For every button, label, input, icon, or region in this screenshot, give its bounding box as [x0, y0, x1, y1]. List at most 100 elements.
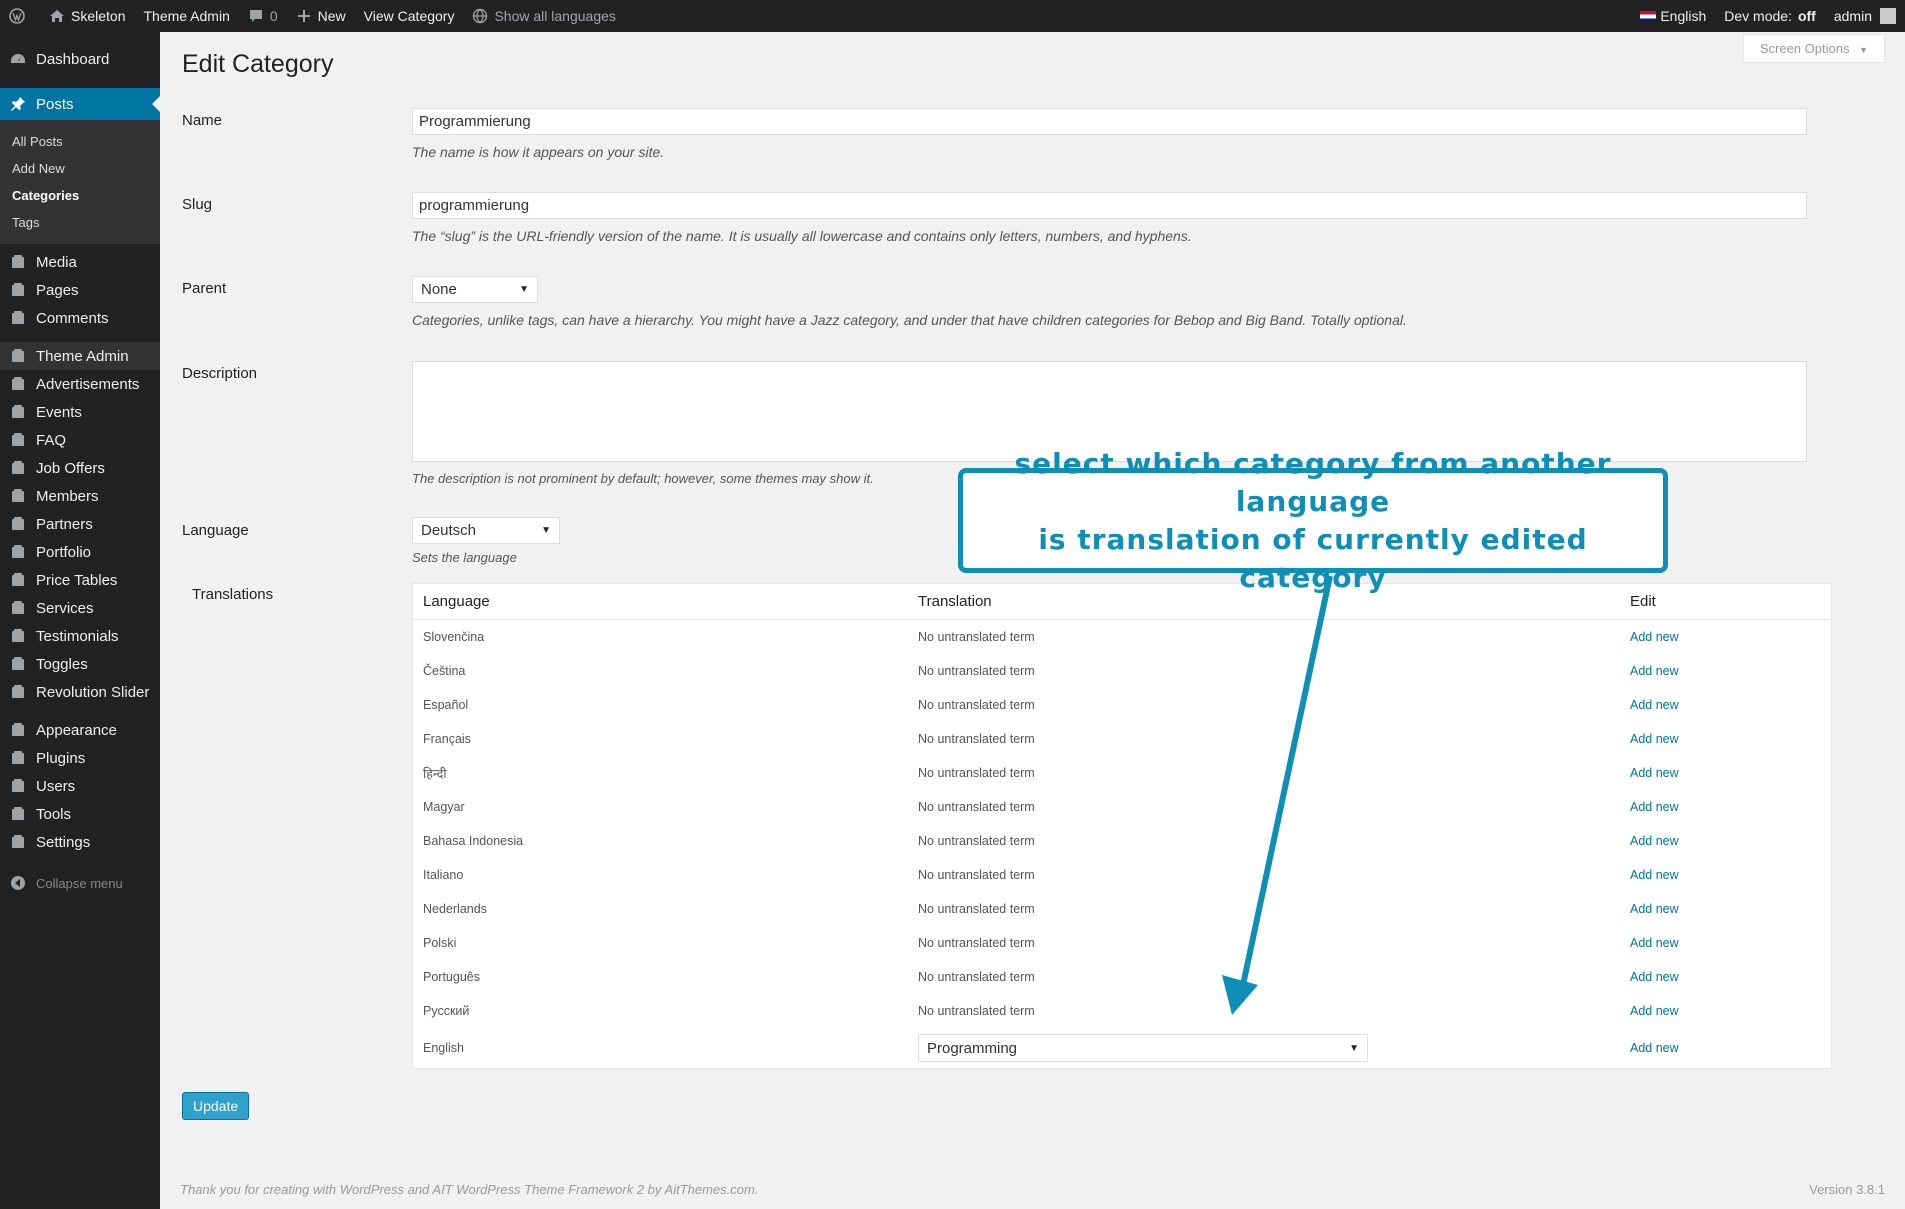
add-new-link[interactable]: Add new: [1630, 936, 1679, 950]
sidebar-item-theme-admin[interactable]: Theme Admin: [0, 342, 160, 370]
sidebar-item-toggles[interactable]: Toggles: [0, 650, 160, 678]
add-new-link[interactable]: Add new: [1630, 800, 1679, 814]
main-content: Screen Options ▼ Edit Category Name The …: [160, 32, 1905, 1209]
table-row: Čeština No untranslated term Add new: [413, 654, 1831, 688]
add-new-link[interactable]: Add new: [1630, 834, 1679, 848]
sidebar-item-media[interactable]: Media: [0, 248, 160, 276]
view-category-link[interactable]: View Category: [355, 0, 464, 32]
row-translation: No untranslated term: [918, 732, 1035, 746]
sidebar-item-portfolio[interactable]: Portfolio: [0, 538, 160, 566]
add-new-link[interactable]: Add new: [1630, 970, 1679, 984]
sidebar-item-settings[interactable]: Settings: [0, 828, 160, 856]
sidebar-item-price-tables[interactable]: Price Tables: [0, 566, 160, 594]
row-translation: No untranslated term: [918, 970, 1035, 984]
sidebar-item-services[interactable]: Services: [0, 594, 160, 622]
dev-mode-toggle[interactable]: Dev mode: off: [1715, 0, 1825, 32]
sidebar-item-label: Toggles: [36, 655, 88, 673]
row-translation: Programming ▼: [908, 1034, 1620, 1062]
screen-options-button[interactable]: Screen Options ▼: [1742, 34, 1885, 63]
sidebar-item-pages[interactable]: Pages: [0, 276, 160, 304]
sidebar-item-plugins[interactable]: Plugins: [0, 744, 160, 772]
sidebar-item-advertisements[interactable]: Advertisements: [0, 370, 160, 398]
add-new-link[interactable]: Add new: [1630, 698, 1679, 712]
english-translation-select[interactable]: Programming ▼: [918, 1034, 1368, 1062]
user-account-menu[interactable]: admin: [1825, 0, 1905, 32]
language-description: Sets the language: [412, 550, 517, 565]
avatar: [1880, 8, 1896, 24]
sidebar-item-partners[interactable]: Partners: [0, 510, 160, 538]
faq-icon: [12, 433, 24, 446]
show-all-languages-label: Show all languages: [494, 8, 616, 24]
row-language: Español: [423, 698, 469, 712]
add-new-link[interactable]: Add new: [1630, 732, 1679, 746]
theme-admin-link[interactable]: Theme Admin: [134, 0, 238, 32]
sidebar-item-label: Plugins: [36, 749, 86, 767]
sidebar-item-testimonials[interactable]: Testimonials: [0, 622, 160, 650]
sidebar-item-users[interactable]: Users: [0, 772, 160, 800]
site-name-link[interactable]: Skeleton: [40, 0, 134, 32]
plugins-icon: [12, 751, 24, 764]
sidebar-item-label: FAQ: [36, 431, 67, 449]
submenu-item-add-new[interactable]: Add New: [0, 155, 160, 182]
table-row: Italiano No untranslated term Add new: [413, 858, 1831, 892]
language-select[interactable]: Deutsch ▼: [412, 517, 560, 544]
add-new-link[interactable]: Add new: [1630, 868, 1679, 882]
sidebar-item-label: Portfolio: [36, 543, 92, 561]
sidebar-item-tools[interactable]: Tools: [0, 800, 160, 828]
sidebar-item-label: Pages: [36, 281, 79, 299]
screen-options-label: Screen Options: [1759, 41, 1850, 56]
table-row: Magyar No untranslated term Add new: [413, 790, 1831, 824]
parent-select[interactable]: None ▼: [412, 276, 538, 303]
show-all-languages-link[interactable]: Show all languages: [463, 0, 624, 32]
sidebar-item-appearance[interactable]: Appearance: [0, 716, 160, 744]
name-input[interactable]: [412, 108, 1807, 135]
add-new-link[interactable]: Add new: [1630, 766, 1679, 780]
update-button[interactable]: Update: [182, 1092, 250, 1120]
row-translation: No untranslated term: [918, 630, 1035, 644]
add-new-link[interactable]: Add new: [1630, 1004, 1679, 1018]
new-label: New: [317, 8, 346, 24]
language-switcher[interactable]: English: [1631, 0, 1715, 32]
sidebar-item-events[interactable]: Events: [0, 398, 160, 426]
slug-input[interactable]: [412, 192, 1807, 219]
add-new-link[interactable]: Add new: [1630, 902, 1679, 916]
sidebar-item-label: Comments: [36, 309, 109, 327]
parent-label: Parent: [182, 280, 227, 297]
submenu-item-categories[interactable]: Categories: [0, 182, 160, 209]
sidebar-item-members[interactable]: Members: [0, 482, 160, 510]
media-icon: [12, 255, 24, 268]
collapse-menu-button[interactable]: Collapse menu: [0, 866, 160, 900]
new-content-link[interactable]: New: [287, 0, 355, 32]
sidebar-item-job-offers[interactable]: Job Offers: [0, 454, 160, 482]
sidebar-item-label: Price Tables: [36, 571, 118, 589]
row-language: Slovenčina: [423, 630, 485, 644]
comment-icon: [249, 10, 262, 22]
sidebar-item-posts[interactable]: Posts: [0, 88, 160, 120]
advertisements-icon: [12, 377, 24, 390]
wp-logo-button[interactable]: [0, 0, 40, 32]
add-new-link[interactable]: Add new: [1630, 664, 1679, 678]
sidebar-item-dashboard[interactable]: Dashboard: [0, 42, 160, 76]
flag-icon: [1640, 10, 1657, 22]
callout-line-1: select which category from another langu…: [1014, 446, 1612, 518]
name-description: The name is how it appears on your site.: [412, 144, 665, 160]
table-row-english: English Programming ▼ Add new: [413, 1028, 1831, 1068]
sidebar-item-label: Dashboard: [36, 50, 110, 68]
sidebar-item-revolution-slider[interactable]: Revolution Slider: [0, 678, 160, 706]
submenu-item-tags[interactable]: Tags: [0, 209, 160, 236]
add-new-link[interactable]: Add new: [1630, 1041, 1679, 1055]
comments-link[interactable]: 0: [239, 0, 287, 32]
sidebar-item-label: Appearance: [36, 721, 117, 739]
admin-bar: Skeleton Theme Admin 0 New View Category…: [0, 0, 1905, 32]
sidebar-item-label: Posts: [36, 95, 74, 113]
sidebar-item-label: Media: [36, 253, 77, 271]
add-new-link[interactable]: Add new: [1630, 630, 1679, 644]
sidebar-item-faq[interactable]: FAQ: [0, 426, 160, 454]
submenu-item-all-posts[interactable]: All Posts: [0, 128, 160, 155]
sidebar-item-label: Tools: [36, 805, 72, 823]
row-translation: No untranslated term: [918, 1004, 1035, 1018]
sidebar-item-comments[interactable]: Comments: [0, 304, 160, 332]
row-language: हिन्दी: [423, 766, 447, 781]
testimonials-icon: [12, 629, 24, 642]
dashboard-icon: [11, 54, 25, 63]
